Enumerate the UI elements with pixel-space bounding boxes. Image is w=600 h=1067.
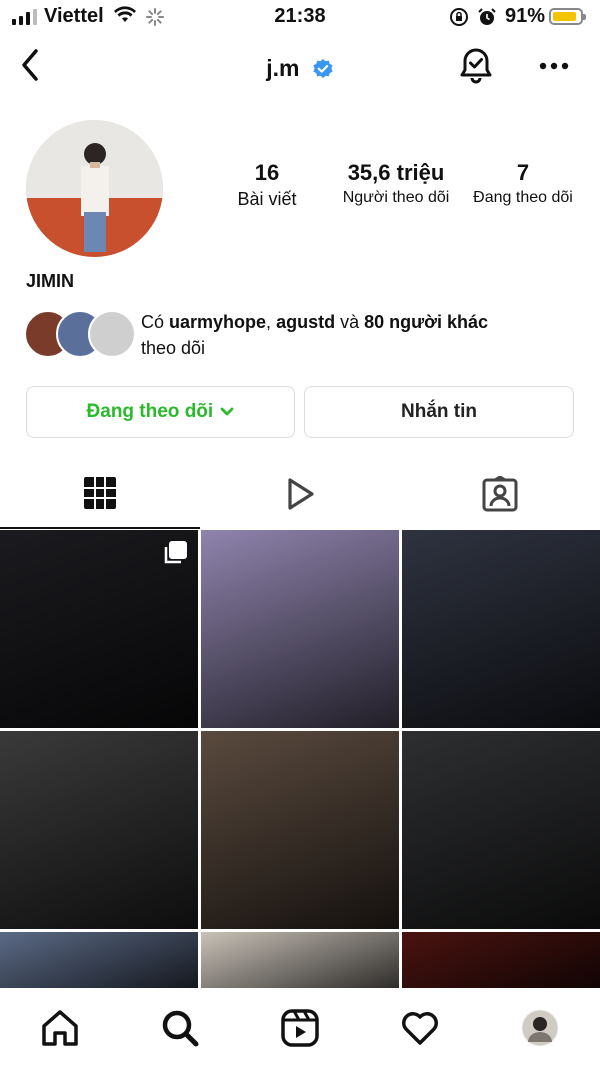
tab-tagged[interactable]	[400, 470, 600, 528]
mutual-others-link[interactable]: 80 người khác	[364, 312, 488, 332]
tagged-posts-icon	[482, 476, 518, 512]
post-thumbnail[interactable]	[402, 932, 600, 988]
battery-icon	[549, 8, 586, 25]
more-options-icon[interactable]	[538, 58, 570, 74]
post-thumbnail[interactable]	[201, 932, 399, 988]
tab-posts-grid[interactable]	[0, 470, 200, 528]
post-thumbnail[interactable]	[402, 731, 600, 929]
followed-by-text[interactable]: Có uarmyhope, agustd và 80 người khác th…	[141, 309, 581, 361]
stat-followers[interactable]: 35,6 triệu Người theo dõi	[334, 160, 458, 207]
stat-posts[interactable]: 16 Bài viết	[230, 160, 304, 210]
alarm-icon	[478, 8, 496, 25]
search-icon[interactable]	[158, 1006, 202, 1050]
activity-heart-icon[interactable]	[398, 1006, 442, 1050]
profile-avatar[interactable]	[26, 120, 163, 257]
followed-by-prefix: Có	[141, 312, 170, 332]
post-thumbnail[interactable]	[0, 530, 198, 728]
bottom-navigation	[0, 988, 600, 1067]
rotation-lock-icon	[450, 8, 468, 26]
verified-badge-icon	[313, 58, 333, 78]
followers-label: Người theo dõi	[342, 189, 450, 206]
message-button[interactable]: Nhắn tin	[304, 386, 574, 438]
followers-count: 35,6 triệu	[347, 160, 445, 185]
reels-play-icon	[288, 478, 314, 510]
carousel-icon	[164, 541, 187, 564]
display-name: JIMIN	[26, 271, 75, 291]
mutual-avatar	[88, 310, 136, 358]
post-thumbnail[interactable]	[201, 731, 399, 929]
home-icon[interactable]	[38, 1006, 82, 1050]
grid-posts-icon	[84, 477, 116, 509]
username: j.m	[266, 55, 300, 82]
post-thumbnail[interactable]	[0, 731, 198, 929]
post-thumbnail[interactable]	[201, 530, 399, 728]
followed-by-suffix: theo dõi	[141, 338, 206, 358]
post-thumbnail[interactable]	[0, 932, 198, 988]
tab-reels[interactable]	[200, 470, 400, 528]
reels-icon[interactable]	[278, 1006, 322, 1050]
followed-by-and: và	[335, 312, 365, 332]
followed-by-separator: ,	[266, 312, 277, 332]
message-button-label: Nhắn tin	[401, 401, 477, 422]
post-thumbnail[interactable]	[402, 530, 600, 728]
following-count: 7	[516, 160, 530, 185]
posts-count: 16	[254, 160, 280, 185]
battery-percent: 91%	[505, 5, 546, 27]
following-label: Đang theo dõi	[473, 189, 573, 206]
active-tab-indicator	[0, 527, 200, 529]
profile-avatar-icon[interactable]	[518, 1006, 562, 1050]
following-button[interactable]: Đang theo dõi	[26, 386, 295, 438]
chevron-down-icon	[221, 407, 234, 416]
stat-following[interactable]: 7 Đang theo dõi	[463, 160, 583, 207]
profile-photo	[26, 120, 163, 257]
posts-label: Bài viết	[237, 189, 297, 209]
profile-username-header: j.m	[0, 54, 600, 82]
mutual-user-link[interactable]: uarmyhope	[169, 312, 266, 332]
status-bar: Viettel 21:38 91%	[0, 0, 600, 34]
notification-bell-icon[interactable]	[458, 46, 494, 86]
mutual-followers-avatars[interactable]	[24, 310, 136, 358]
following-button-label: Đang theo dõi	[86, 401, 214, 422]
mutual-user-link[interactable]: agustd	[276, 312, 335, 332]
